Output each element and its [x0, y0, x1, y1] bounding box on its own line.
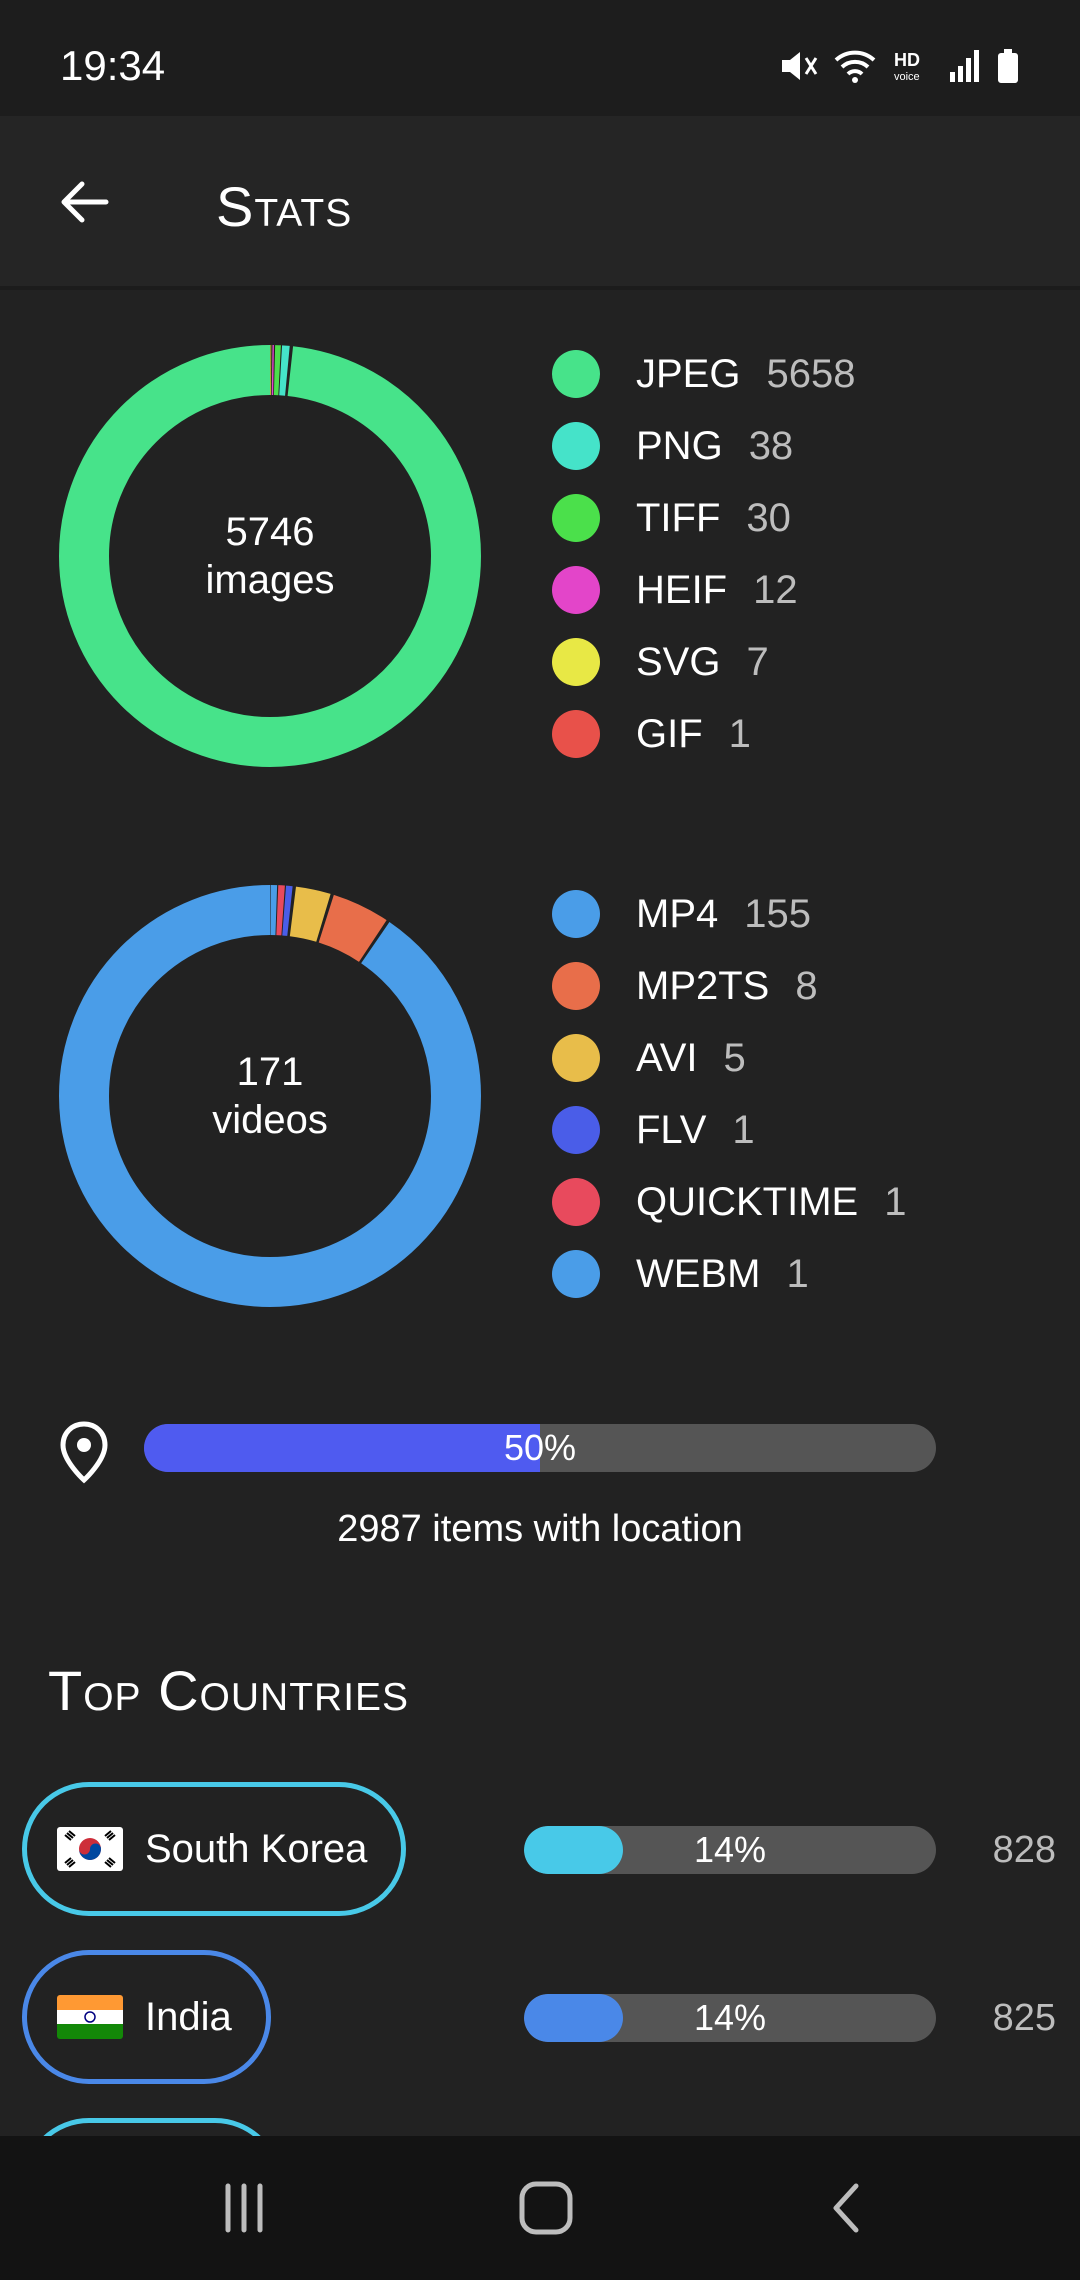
svg-text:HD: HD: [894, 50, 920, 70]
country-chip-india[interactable]: India: [22, 1950, 271, 2084]
images-unit: images: [205, 558, 335, 602]
legend-color-dot: [552, 710, 600, 758]
hd-voice-icon: HD voice: [892, 48, 934, 89]
wifi-icon: [832, 48, 878, 89]
app-bar: Stats: [0, 116, 1080, 286]
legend-color-dot: [552, 566, 600, 614]
home-button[interactable]: [498, 2172, 594, 2244]
country-name: South Korea: [145, 1826, 368, 1871]
south-korea-flag-icon: [57, 1827, 123, 1871]
country-name: India: [145, 1994, 232, 2039]
legend-count: 5658: [766, 351, 856, 396]
legend-count: 30: [746, 495, 791, 540]
country-progress-bar: 14%: [524, 1826, 936, 1874]
legend-label: PNG: [636, 423, 723, 468]
back-button[interactable]: [48, 166, 120, 238]
videos-unit: videos: [212, 1098, 328, 1142]
legend-item: AVI 5: [552, 1022, 746, 1094]
country-count: 825: [992, 1997, 1056, 2039]
status-time: 19:34: [60, 42, 166, 89]
signal-icon: [948, 48, 982, 89]
location-stat: 50% 2987 items with location: [0, 1400, 1080, 1570]
legend-item: MP4 155: [552, 878, 811, 950]
arrow-back-icon: [61, 181, 109, 223]
top-countries-title: Top Countries: [48, 1659, 410, 1722]
legend-item: MP2TS 8: [552, 950, 818, 1022]
legend-item: FLV 1: [552, 1094, 755, 1166]
legend-color-dot: [552, 638, 600, 686]
legend-count: 8: [795, 963, 818, 1008]
legend-count: 155: [744, 891, 811, 936]
home-icon: [519, 2181, 573, 2235]
legend-label: QUICKTIME: [636, 1179, 859, 1224]
legend-count: 12: [753, 567, 798, 612]
status-bar: 19:34 HD voice: [0, 0, 1080, 116]
legend-item: JPEG 5658: [552, 338, 855, 410]
system-nav-bar: [0, 2136, 1080, 2280]
legend-color-dot: [552, 890, 600, 938]
legend-count: 1: [732, 1107, 755, 1152]
mute-icon: [778, 48, 818, 89]
country-count: 828: [992, 1829, 1056, 1871]
legend-count: 5: [723, 1035, 746, 1080]
legend-label: WEBM: [636, 1251, 761, 1296]
country-row: South Korea 14% 828: [0, 1782, 1080, 1922]
videos-total: 171: [236, 1050, 304, 1094]
legend-color-dot: [552, 350, 600, 398]
back-icon: [833, 2183, 859, 2233]
legend-label: SVG: [636, 639, 721, 684]
page-title: Stats: [216, 175, 353, 238]
legend-color-dot: [552, 1250, 600, 1298]
legend-color-dot: [552, 1106, 600, 1154]
location-pin-icon: [56, 1420, 112, 1489]
legend-color-dot: [552, 1034, 600, 1082]
legend-label: TIFF: [636, 495, 721, 540]
india-flag-icon: [57, 1995, 123, 2039]
legend-color-dot: [552, 1178, 600, 1226]
legend-item: GIF 1: [552, 698, 751, 770]
legend-label: AVI: [636, 1035, 698, 1080]
legend-label: JPEG: [636, 351, 741, 396]
legend-color-dot: [552, 422, 600, 470]
legend-item: HEIF 12: [552, 554, 798, 626]
status-icons: HD voice: [778, 48, 1020, 89]
location-percent: 50%: [503, 1427, 577, 1468]
legend-count: 1: [728, 711, 751, 756]
legend-count: 38: [748, 423, 794, 468]
legend-label: HEIF: [636, 567, 728, 612]
legend-count: 1: [884, 1179, 907, 1224]
country-percent: 14%: [693, 1997, 767, 2038]
app-bar-divider: [0, 286, 1080, 290]
legend-item: PNG 38: [552, 410, 793, 482]
legend-label: MP4: [636, 891, 719, 936]
location-caption: 2987 items with location: [337, 1508, 743, 1550]
country-percent: 14%: [693, 1829, 767, 1870]
battery-icon: [996, 48, 1020, 89]
location-progress-bar: 50%: [144, 1424, 936, 1472]
country-progress-bar: 14%: [524, 1994, 936, 2042]
images-donut-center: 5746 images: [58, 344, 482, 768]
legend-color-dot: [552, 494, 600, 542]
legend-item: WEBM 1: [552, 1238, 809, 1310]
country-row: India 14% 825: [0, 1950, 1080, 2090]
legend-item: TIFF 30: [552, 482, 791, 554]
legend-count: 1: [786, 1251, 809, 1296]
videos-donut-center: 171 videos: [58, 884, 482, 1308]
images-total: 5746: [225, 510, 315, 554]
legend-count: 7: [746, 639, 769, 684]
recent-apps-icon: [225, 2183, 263, 2233]
legend-label: GIF: [636, 711, 703, 756]
videos-donut-chart: 171 videos: [58, 884, 482, 1308]
country-chip-south-korea[interactable]: South Korea: [22, 1782, 407, 1916]
legend-label: MP2TS: [636, 963, 770, 1008]
images-donut-chart: 5746 images: [58, 344, 482, 768]
nav-back-button[interactable]: [800, 2172, 896, 2244]
legend-item: QUICKTIME 1: [552, 1166, 906, 1238]
legend-color-dot: [552, 962, 600, 1010]
svg-text:voice: voice: [894, 71, 920, 83]
legend-label: FLV: [636, 1107, 707, 1152]
recent-apps-button[interactable]: [196, 2172, 292, 2244]
legend-item: SVG 7: [552, 626, 769, 698]
